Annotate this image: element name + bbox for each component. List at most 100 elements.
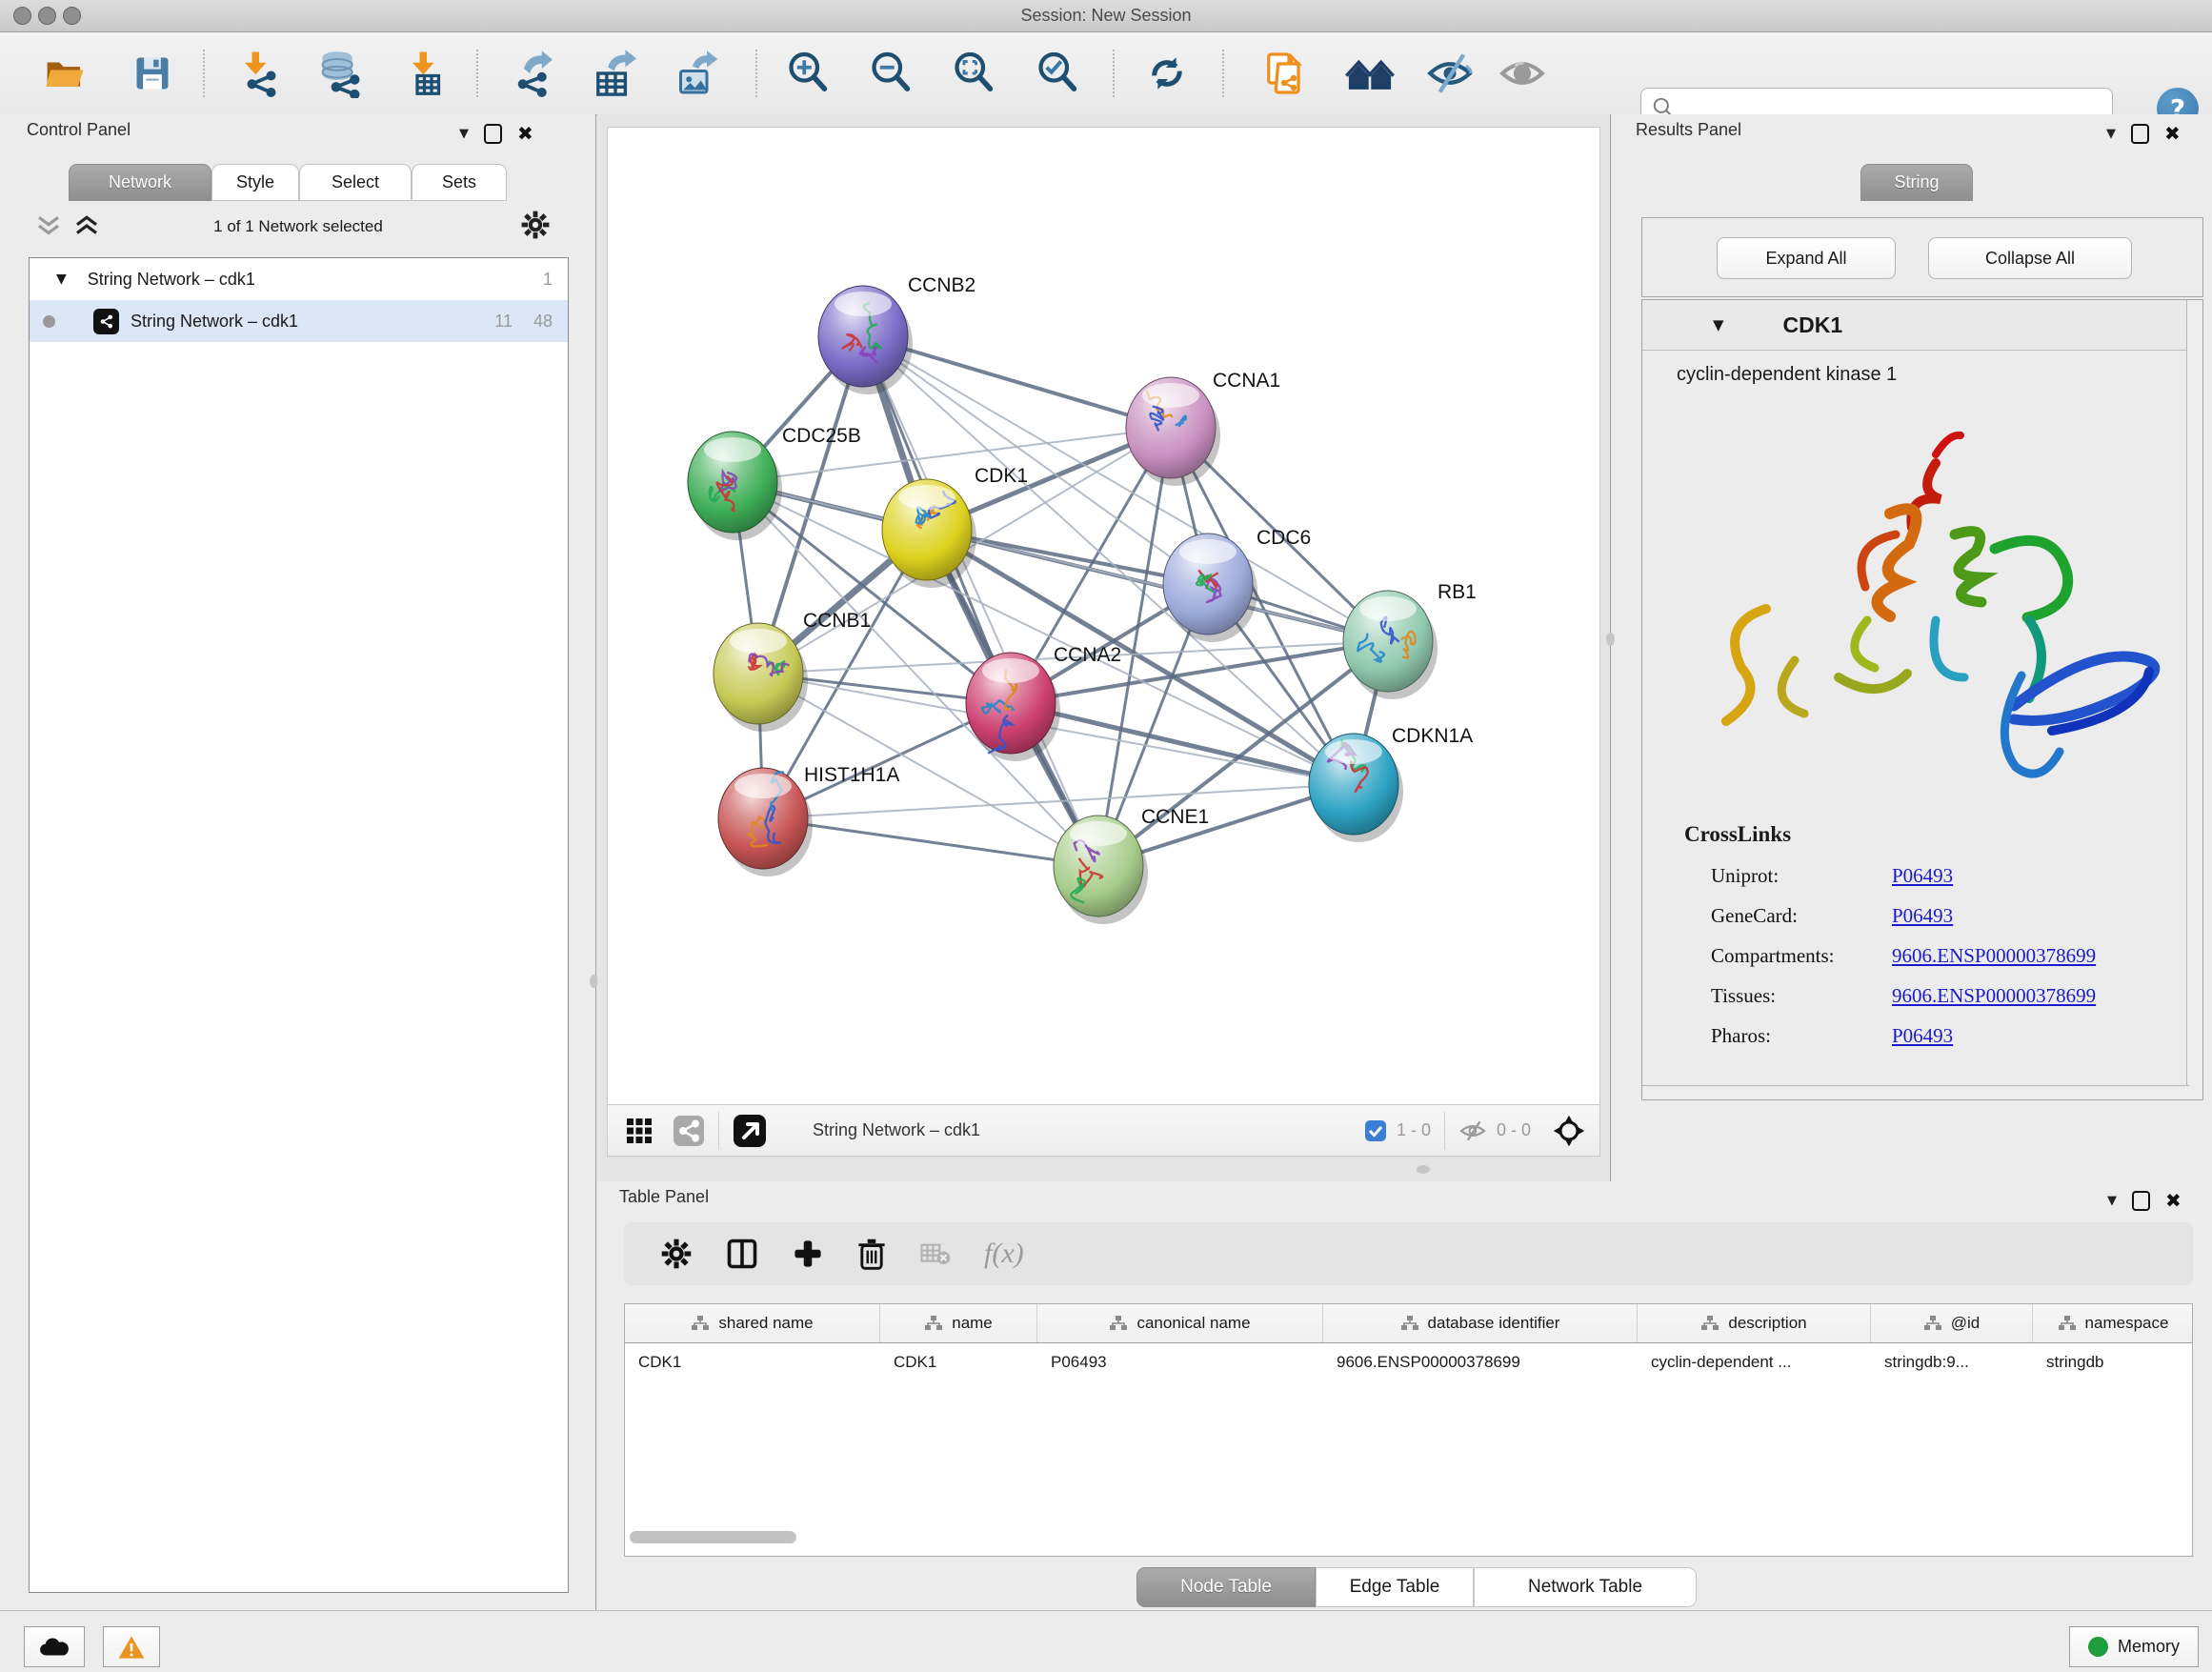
grid-view-button[interactable] <box>625 1117 654 1145</box>
crosslink-value-link[interactable]: P06493 <box>1892 904 1953 928</box>
open-session-button[interactable] <box>36 45 93 102</box>
network-collection-row[interactable]: ▼ String Network – cdk1 1 <box>30 258 568 300</box>
results-vertical-scrollbar[interactable] <box>2186 300 2202 1099</box>
node-label-CCNB1: CCNB1 <box>803 610 871 632</box>
houses-icon <box>1345 49 1395 98</box>
column-header-name[interactable]: name <box>880 1304 1037 1342</box>
clone-network-button[interactable] <box>1256 45 1313 102</box>
import-table-button[interactable] <box>398 45 455 102</box>
results-horizontal-scrollbar[interactable] <box>1642 1085 2189 1099</box>
table-cell[interactable]: 9606.ENSP00000378699 <box>1323 1353 1638 1372</box>
zoom-fit-button[interactable] <box>945 45 1002 102</box>
import-network-file-button[interactable] <box>231 45 288 102</box>
table-cell[interactable]: P06493 <box>1037 1353 1323 1372</box>
show-all-button[interactable] <box>1494 45 1551 102</box>
network-edge[interactable] <box>763 818 1098 866</box>
export-table-button[interactable] <box>587 45 644 102</box>
import-network-database-button[interactable] <box>312 45 370 102</box>
maximize-panel-icon[interactable] <box>2132 1191 2150 1211</box>
node-label-CDKN1A: CDKN1A <box>1392 725 1473 747</box>
zoom-out-button[interactable] <box>862 45 919 102</box>
tab-style[interactable]: Style <box>211 164 299 201</box>
maximize-panel-icon[interactable] <box>484 124 502 144</box>
crosslink-value-link[interactable]: P06493 <box>1892 864 1953 888</box>
warnings-button[interactable] <box>103 1626 160 1667</box>
crosslink-value-link[interactable]: 9606.ENSP00000378699 <box>1892 944 2096 968</box>
tab-sets[interactable]: Sets <box>412 164 507 201</box>
hidden-counts: 0 - 0 <box>1497 1120 1531 1140</box>
table-row[interactable]: CDK1CDK1P064939606.ENSP00000378699cyclin… <box>625 1343 2192 1381</box>
first-neighbors-button[interactable] <box>1341 45 1398 102</box>
tab-edge-table[interactable]: Edge Table <box>1316 1567 1474 1607</box>
delete-column-button[interactable] <box>856 1238 887 1270</box>
panel-splitter-handle[interactable] <box>1606 633 1615 646</box>
toolbar-separator <box>1113 50 1115 97</box>
float-panel-icon[interactable]: ▼ <box>2106 127 2116 141</box>
close-panel-icon[interactable]: ✖ <box>2164 122 2181 145</box>
column-header-canonical-name[interactable]: canonical name <box>1037 1304 1323 1342</box>
network-view-button[interactable] <box>673 1115 705 1147</box>
column-header-description[interactable]: description <box>1638 1304 1871 1342</box>
tab-string[interactable]: String <box>1860 164 1973 201</box>
collapse-triangle-icon[interactable]: ▼ <box>56 272 67 287</box>
tab-node-table[interactable]: Node Table <box>1136 1567 1316 1607</box>
maximize-panel-icon[interactable] <box>2131 124 2149 144</box>
scrollbar-thumb[interactable] <box>630 1531 796 1543</box>
table-panel-title: Table Panel <box>619 1187 709 1207</box>
column-type-icon <box>1109 1315 1128 1332</box>
zoom-selected-button[interactable] <box>1029 45 1086 102</box>
crosslink-row: Tissues:9606.ENSP00000378699 <box>1711 984 2159 1008</box>
table-header-row: shared namenamecanonical namedatabase id… <box>625 1304 2192 1343</box>
export-network-button[interactable] <box>505 45 562 102</box>
memory-button[interactable]: Memory <box>2069 1626 2199 1667</box>
crosslink-value-link[interactable]: P06493 <box>1892 1024 1953 1048</box>
tab-network-table[interactable]: Network Table <box>1474 1567 1697 1607</box>
save-session-button[interactable] <box>124 45 181 102</box>
network-edge[interactable] <box>863 336 1098 866</box>
network-canvas[interactable]: CCNB2CCNA1CDC25BCDK1CDC6RB1CCNB1CCNA2CDK… <box>607 127 1600 1105</box>
table-cell[interactable]: cyclin-dependent ... <box>1638 1353 1871 1372</box>
table-cell[interactable]: CDK1 <box>880 1353 1037 1372</box>
table-cell[interactable]: stringdb:9... <box>1871 1353 2033 1372</box>
close-panel-icon[interactable]: ✖ <box>517 122 533 145</box>
warning-icon <box>117 1634 146 1661</box>
create-column-button[interactable] <box>792 1238 824 1270</box>
column-header-@id[interactable]: @id <box>1871 1304 2033 1342</box>
network-row-selected[interactable]: String Network – cdk1 11 48 <box>30 300 568 342</box>
collapse-all-button[interactable]: Collapse All <box>1928 237 2132 279</box>
tab-select[interactable]: Select <box>299 164 412 201</box>
delete-table-button[interactable] <box>919 1239 952 1268</box>
current-network-dot-icon <box>43 315 55 328</box>
show-columns-button[interactable] <box>725 1237 759 1271</box>
close-panel-icon[interactable]: ✖ <box>2165 1189 2182 1212</box>
crosslink-label: Compartments: <box>1711 944 1892 968</box>
cloud-status-button[interactable] <box>24 1626 85 1667</box>
crosslink-row: Compartments:9606.ENSP00000378699 <box>1711 944 2159 968</box>
column-header-database-identifier[interactable]: database identifier <box>1323 1304 1638 1342</box>
function-builder-button[interactable]: f(x) <box>984 1238 1024 1270</box>
table-options-gear-button[interactable] <box>660 1238 693 1270</box>
hide-selected-button[interactable] <box>1421 45 1478 102</box>
network-options-gear-button[interactable] <box>520 210 551 240</box>
float-panel-icon[interactable]: ▼ <box>459 127 469 141</box>
apply-layout-button[interactable] <box>1138 45 1196 102</box>
zoom-in-button[interactable] <box>779 45 836 102</box>
detach-view-button[interactable] <box>733 1114 767 1148</box>
node-label-CCNA1: CCNA1 <box>1213 370 1280 392</box>
protein-section-header[interactable]: ▼ CDK1 <box>1642 300 2202 351</box>
table-cell[interactable]: stringdb <box>2033 1353 2193 1372</box>
gear-icon <box>660 1238 693 1270</box>
column-header-shared-name[interactable]: shared name <box>625 1304 880 1342</box>
tab-network[interactable]: Network <box>69 164 211 201</box>
table-horizontal-scrollbar[interactable] <box>624 1529 2191 1546</box>
node-label-CDC25B: CDC25B <box>782 425 861 447</box>
zoom-selected-icon <box>1034 50 1081 97</box>
table-cell[interactable]: CDK1 <box>625 1353 880 1372</box>
column-header-namespace[interactable]: namespace <box>2033 1304 2193 1342</box>
horizontal-splitter[interactable] <box>597 1157 1610 1181</box>
export-image-button[interactable] <box>669 45 726 102</box>
crosslink-value-link[interactable]: 9606.ENSP00000378699 <box>1892 984 2096 1008</box>
float-panel-icon[interactable]: ▼ <box>2107 1194 2117 1208</box>
birdseye-toggle-button[interactable] <box>1552 1114 1586 1148</box>
expand-all-button[interactable]: Expand All <box>1717 237 1896 279</box>
